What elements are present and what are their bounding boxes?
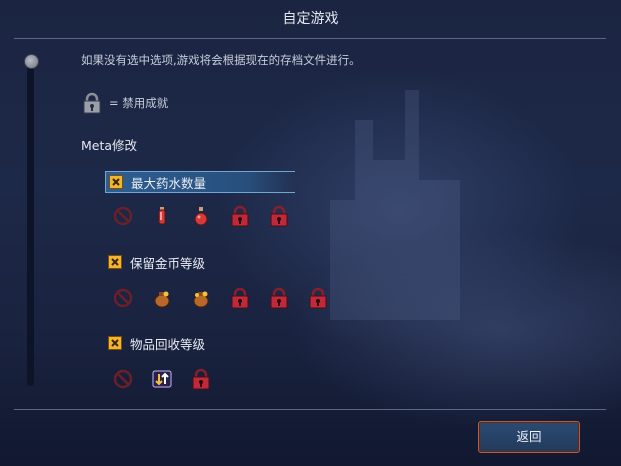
option-label: 最大药水数量 [131, 175, 207, 191]
scrollbar-thumb[interactable] [24, 54, 39, 69]
option-levels-row [112, 205, 290, 227]
recycle-icon[interactable] [151, 368, 173, 390]
option-max-potions[interactable]: 最大药水数量 [105, 171, 295, 193]
potion-flask-icon[interactable] [190, 205, 212, 227]
checkbox-checked-icon[interactable] [109, 175, 123, 189]
option-levels-row [112, 287, 329, 309]
lock-legend: = 禁用成就 [81, 92, 168, 114]
locked-icon[interactable] [307, 287, 329, 309]
locked-icon[interactable] [229, 287, 251, 309]
section-title: Meta修改 [81, 138, 138, 153]
background-castle [310, 70, 480, 320]
option-label: 物品回收等级 [130, 336, 206, 352]
option-levels-row [112, 368, 212, 390]
page-title: 自定游戏 [282, 11, 339, 27]
locked-icon[interactable] [268, 205, 290, 227]
potion-icon[interactable] [151, 205, 173, 227]
disabled-icon[interactable] [112, 287, 134, 309]
disabled-icon[interactable] [112, 368, 134, 390]
checkbox-checked-icon[interactable] [108, 336, 122, 350]
option-label: 保留金币等级 [130, 255, 206, 271]
header-divider [14, 38, 606, 39]
option-item-recycle-level[interactable]: 物品回收等级 [108, 333, 205, 353]
gold-sack-icon[interactable] [151, 287, 173, 309]
locked-icon[interactable] [229, 205, 251, 227]
checkbox-checked-icon[interactable] [108, 255, 122, 269]
locked-icon[interactable] [268, 287, 290, 309]
locked-icon [83, 92, 101, 114]
footer-divider [14, 409, 606, 410]
info-text: 如果没有选中选项,游戏将会根据现在的存档文件进行。 [81, 53, 361, 67]
locked-icon[interactable] [190, 368, 212, 390]
back-button[interactable]: 返回 [478, 421, 580, 453]
option-keep-gold-level[interactable]: 保留金币等级 [108, 252, 205, 272]
gold-sack-icon[interactable] [190, 287, 212, 309]
scrollbar-track[interactable] [27, 66, 34, 386]
legend-label: = 禁用成就 [109, 96, 169, 110]
disabled-icon[interactable] [112, 205, 134, 227]
